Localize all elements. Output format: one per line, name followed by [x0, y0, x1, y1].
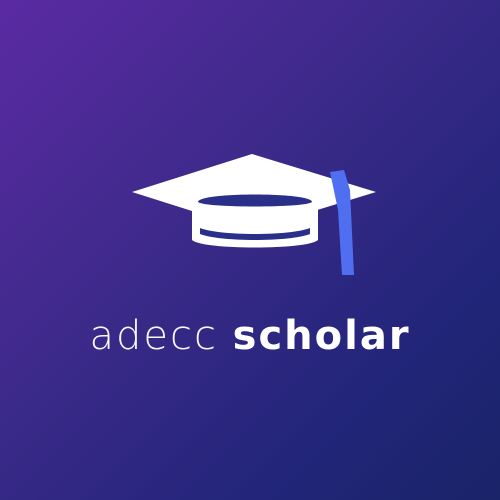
graduation-cap-icon: [132, 154, 376, 275]
brand-name-bold: scholar: [232, 313, 411, 359]
brand-wordmark: adecc scholar: [0, 308, 500, 364]
brand-name-light: adecc: [89, 313, 218, 359]
logo-canvas: adecc scholar: [0, 0, 500, 500]
